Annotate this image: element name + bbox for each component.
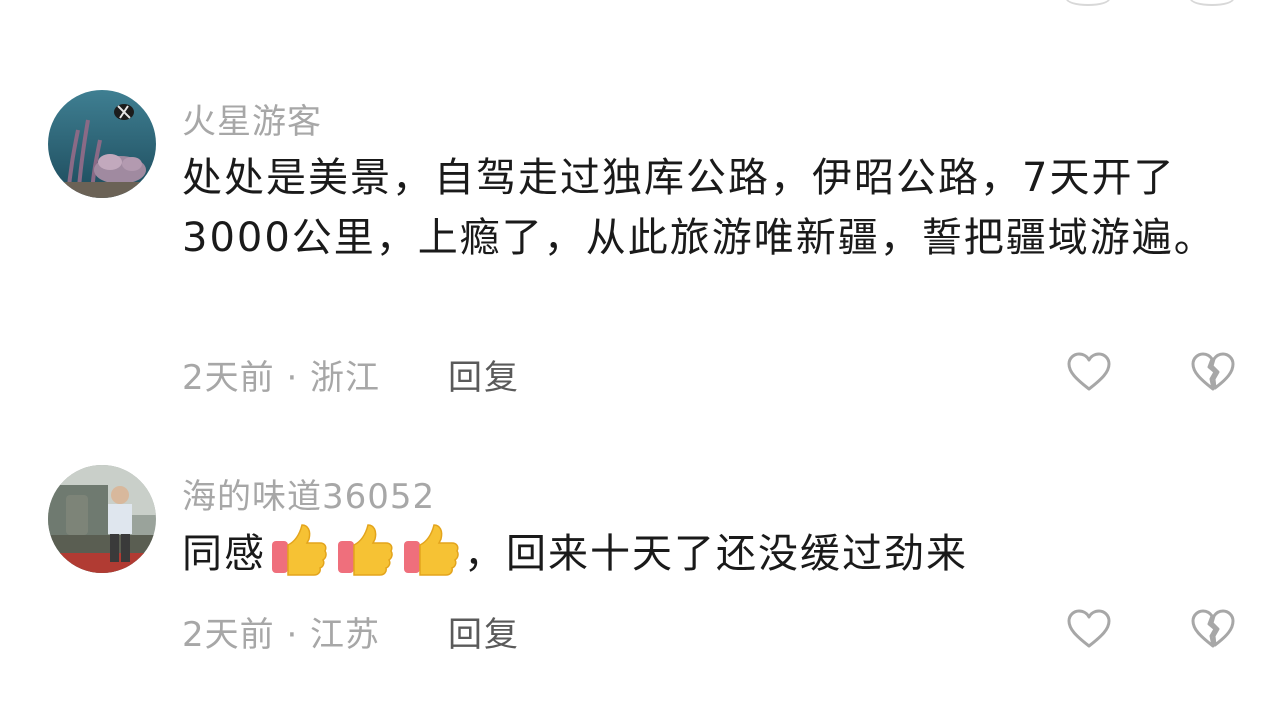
heart-outline-icon[interactable] [1066, 351, 1112, 393]
comment-list: 火星游客 处处是美景，自驾走过独库公路，伊昭公路，7天开了3000公里，上瘾了，… [0, 0, 1283, 716]
broken-heart-outline-icon[interactable] [1190, 351, 1236, 393]
heart-outline-icon[interactable] [1066, 608, 1112, 650]
username[interactable]: 海的味道36052 [182, 469, 435, 518]
heart-outline-icon[interactable] [1066, 0, 1110, 6]
thumbs-up-emoji [270, 523, 328, 577]
thumbs-up-emoji [336, 523, 394, 577]
avatar[interactable] [48, 90, 156, 198]
username[interactable]: 火星游客 [182, 94, 322, 143]
comment-text-after: ，回来十天了还没缓过劲来 [464, 531, 968, 577]
thumbs-up-emoji [402, 523, 460, 577]
broken-heart-outline-icon[interactable] [1190, 0, 1234, 6]
comment-text: 处处是美景，自驾走过独库公路，伊昭公路，7天开了3000公里，上瘾了，从此旅游唯… [182, 155, 1216, 261]
comment-text-before: 同感 [182, 531, 266, 577]
broken-heart-outline-icon[interactable] [1190, 608, 1236, 650]
comment-meta: 2天前 · 江苏 [182, 615, 381, 655]
comment-meta: 2天前 · 浙江 [182, 358, 381, 398]
avatar[interactable] [48, 465, 156, 573]
comment-text: 同感 ，回来十天了还没缓过劲来 [182, 523, 1222, 584]
reply-button[interactable]: 回复 [448, 607, 520, 656]
reply-button[interactable]: 回复 [448, 350, 520, 399]
